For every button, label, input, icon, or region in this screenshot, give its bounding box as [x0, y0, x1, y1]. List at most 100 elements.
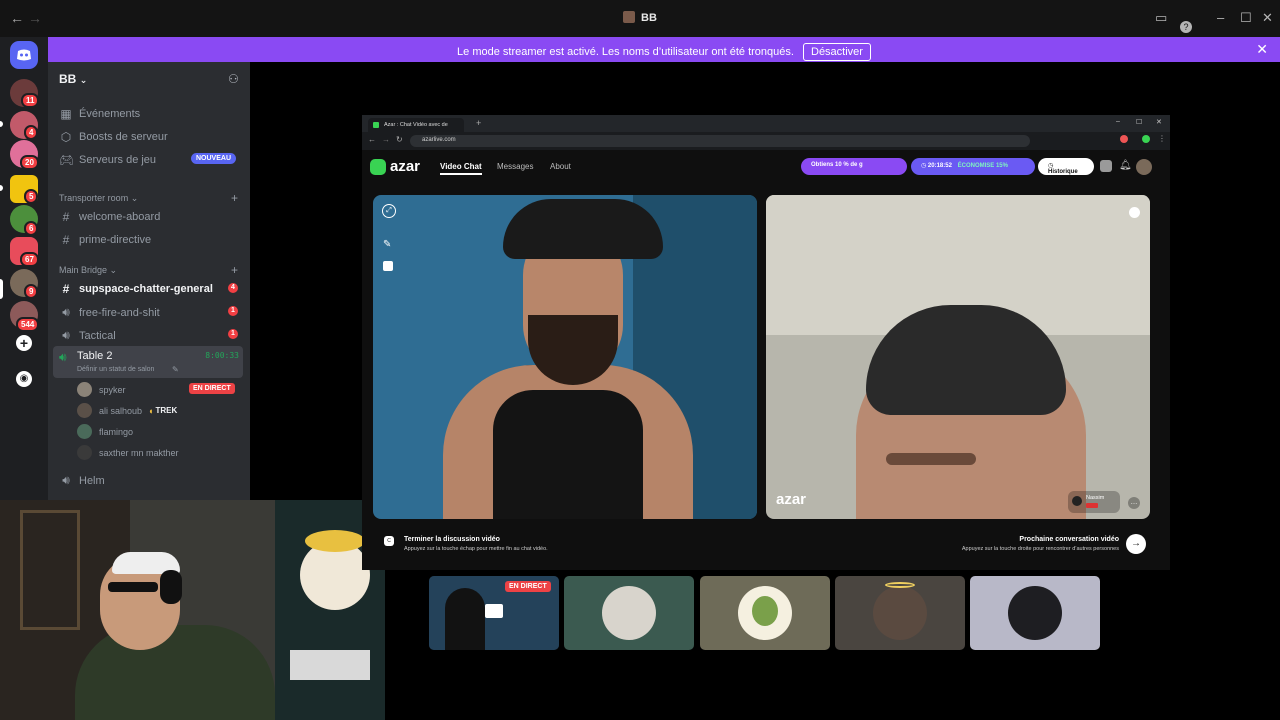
add-channel-icon[interactable]: + — [231, 191, 238, 205]
close-banner-icon[interactable]: ✕ — [1256, 41, 1268, 58]
window-title-text: BB — [641, 12, 657, 24]
browser-tab[interactable]: Azar : Chat Vidéo avec de — [368, 118, 464, 132]
trek-badge-icon: ◖ — [148, 405, 154, 416]
forward-arrow-icon[interactable]: → — [382, 135, 390, 144]
bell-icon[interactable]: 🔔︎ — [1119, 160, 1132, 171]
voice-user[interactable]: flamingo — [77, 424, 133, 439]
participant-tile[interactable] — [564, 576, 694, 650]
calendar-icon: ▦ — [60, 107, 72, 121]
participant-tile[interactable] — [970, 576, 1100, 650]
pencil-icon[interactable]: ✎ — [172, 365, 179, 374]
report-icon[interactable] — [1129, 207, 1140, 218]
history-button[interactable]: ◷ Historique — [1038, 158, 1094, 175]
add-server-icon[interactable]: + — [16, 335, 32, 351]
stream-tile-live[interactable]: EN DIRECT — [429, 576, 559, 650]
participant-tile[interactable] — [835, 576, 965, 650]
minimize-icon[interactable]: – — [1217, 10, 1224, 25]
guild-icon — [623, 11, 636, 23]
nav-about[interactable]: About — [550, 162, 571, 171]
flag-icon — [1086, 503, 1098, 508]
participant-avatar — [602, 586, 656, 640]
azar-logo-icon — [370, 159, 386, 175]
participant-avatar — [873, 586, 927, 640]
category-main-bridge[interactable]: Main Bridge ⌄ — [59, 265, 117, 276]
participant-tile[interactable] — [700, 576, 830, 650]
next-chat-title[interactable]: Prochaine conversation vidéo — [1019, 536, 1119, 543]
streamer-mode-banner: Le mode streamer est activé. Les noms d’… — [48, 37, 1280, 62]
expand-icon[interactable]: ⤢ — [382, 204, 396, 218]
channel-free-fire-and-shit[interactable]: 🔊︎ free-fire-and-shit — [59, 305, 159, 320]
remote-user-card[interactable]: Nassim — [1068, 491, 1120, 513]
hash-icon: # — [62, 282, 70, 296]
promo-text: Obtiens 10 % de g — [811, 162, 863, 168]
reload-icon[interactable]: ↻ — [396, 135, 403, 144]
shop-icon[interactable] — [1100, 160, 1112, 172]
help-icon[interactable]: ? — [1180, 21, 1192, 33]
voice-user[interactable]: saxther mn makther — [77, 445, 179, 460]
poster-straw-hat — [305, 530, 365, 552]
channel-helm[interactable]: 🔊︎ Helm — [59, 473, 104, 488]
channel-name: prime-directive — [79, 234, 152, 246]
close-icon[interactable]: ✕ — [1156, 118, 1162, 126]
promo-timer: 20:18:52 — [927, 163, 952, 169]
avatar — [77, 403, 92, 418]
maximize-icon[interactable]: ☐ — [1240, 10, 1252, 26]
sidebar-item-events[interactable]: ▦ Événements — [59, 107, 140, 121]
end-chat-title[interactable]: Terminer la discussion vidéo — [404, 536, 500, 543]
chat-bubble-icon[interactable]: … — [1128, 497, 1140, 509]
nav-video-chat[interactable]: Video Chat — [440, 162, 482, 175]
guild-header[interactable]: BB ⌄ — [59, 72, 87, 86]
maximize-icon[interactable]: ☐ — [1136, 118, 1142, 126]
category-transporter-room[interactable]: Transporter room ⌄ — [59, 193, 138, 204]
sidebar-item-game-servers[interactable]: 🎮︎ Serveurs de jeu — [59, 153, 156, 167]
sidebar-item-label: Boosts de serveur — [79, 131, 168, 143]
server-rail: 11 4 20 5 6 67 9 544 + ◉ — [0, 37, 48, 507]
remote-person-eyes — [886, 453, 976, 465]
voice-user[interactable]: spyker — [77, 382, 126, 397]
user-avatar[interactable] — [1136, 159, 1152, 175]
add-member-icon[interactable]: ⚇ — [228, 72, 239, 86]
discord-home-icon[interactable] — [10, 41, 38, 69]
user-tag: TREK — [155, 406, 178, 415]
azar-browser-window: Azar : Chat Vidéo avec de + – ☐ ✕ ← → ↻ … — [362, 115, 1170, 570]
next-arrow-icon[interactable]: → — [1126, 534, 1146, 554]
magic-wand-icon[interactable]: ✎ — [383, 239, 391, 250]
server-badge: 544 — [16, 317, 40, 332]
speaker-icon: 🔊︎ — [62, 305, 70, 319]
boost-icon: ⬡ — [60, 130, 72, 144]
channel-supspace-chatter-general[interactable]: # supspace-chatter-general — [59, 282, 213, 296]
timer-economy-button[interactable]: ◷ 20:18:52 ÉCONOMISE 15% — [911, 158, 1035, 175]
effects-icon[interactable] — [383, 261, 393, 271]
minimize-icon[interactable]: – — [1116, 118, 1120, 125]
voice-channel-table-2[interactable]: 🔊︎ Table 2 8:00:33 Définir un statut de … — [53, 346, 243, 378]
disable-streamer-button[interactable]: Désactiver — [803, 43, 871, 61]
profile-icon[interactable] — [1142, 135, 1150, 143]
webcam-person-jacket — [75, 625, 275, 720]
menu-dots-icon[interactable]: ⋮ — [1158, 134, 1166, 143]
new-tab-icon[interactable]: + — [476, 118, 481, 128]
url-field[interactable]: azarlive.com — [410, 135, 1030, 147]
explore-compass-icon[interactable]: ◉ — [16, 371, 32, 387]
channel-welcome-aboard[interactable]: # welcome-aboard — [59, 210, 161, 224]
voice-user[interactable]: ali salhoub ◖ TREK — [77, 403, 177, 418]
user-name: flamingo — [99, 426, 134, 437]
end-chat-hint: Appuyez sur la touche échap pour mettre … — [404, 546, 548, 552]
set-status-link[interactable]: Définir un statut de salon — [77, 366, 154, 373]
sidebar-item-boosts[interactable]: ⬡ Boosts de serveur — [59, 130, 168, 144]
azar-navbar: azar Video Chat Messages About Obtiens 1… — [362, 150, 1170, 185]
avatar — [77, 445, 92, 460]
back-arrow-icon[interactable]: ← — [368, 135, 376, 144]
channel-tactical[interactable]: 🔊︎ Tactical — [59, 328, 115, 343]
promo-button[interactable]: Obtiens 10 % de g — [801, 158, 907, 175]
unread-pill — [0, 185, 3, 191]
nav-messages[interactable]: Messages — [497, 162, 533, 171]
extension-icon[interactable] — [1120, 135, 1128, 143]
channel-prime-directive[interactable]: # prime-directive — [59, 233, 151, 247]
browser-address-bar: ← → ↻ azarlive.com ⋮ — [362, 132, 1170, 150]
azar-logo[interactable]: azar — [390, 158, 420, 175]
poster-lettering — [290, 650, 370, 680]
inbox-icon[interactable]: ▭ — [1155, 10, 1167, 26]
add-channel-icon[interactable]: + — [231, 263, 238, 277]
close-window-icon[interactable]: ✕ — [1262, 10, 1273, 26]
esc-key-icon: C — [384, 536, 394, 546]
